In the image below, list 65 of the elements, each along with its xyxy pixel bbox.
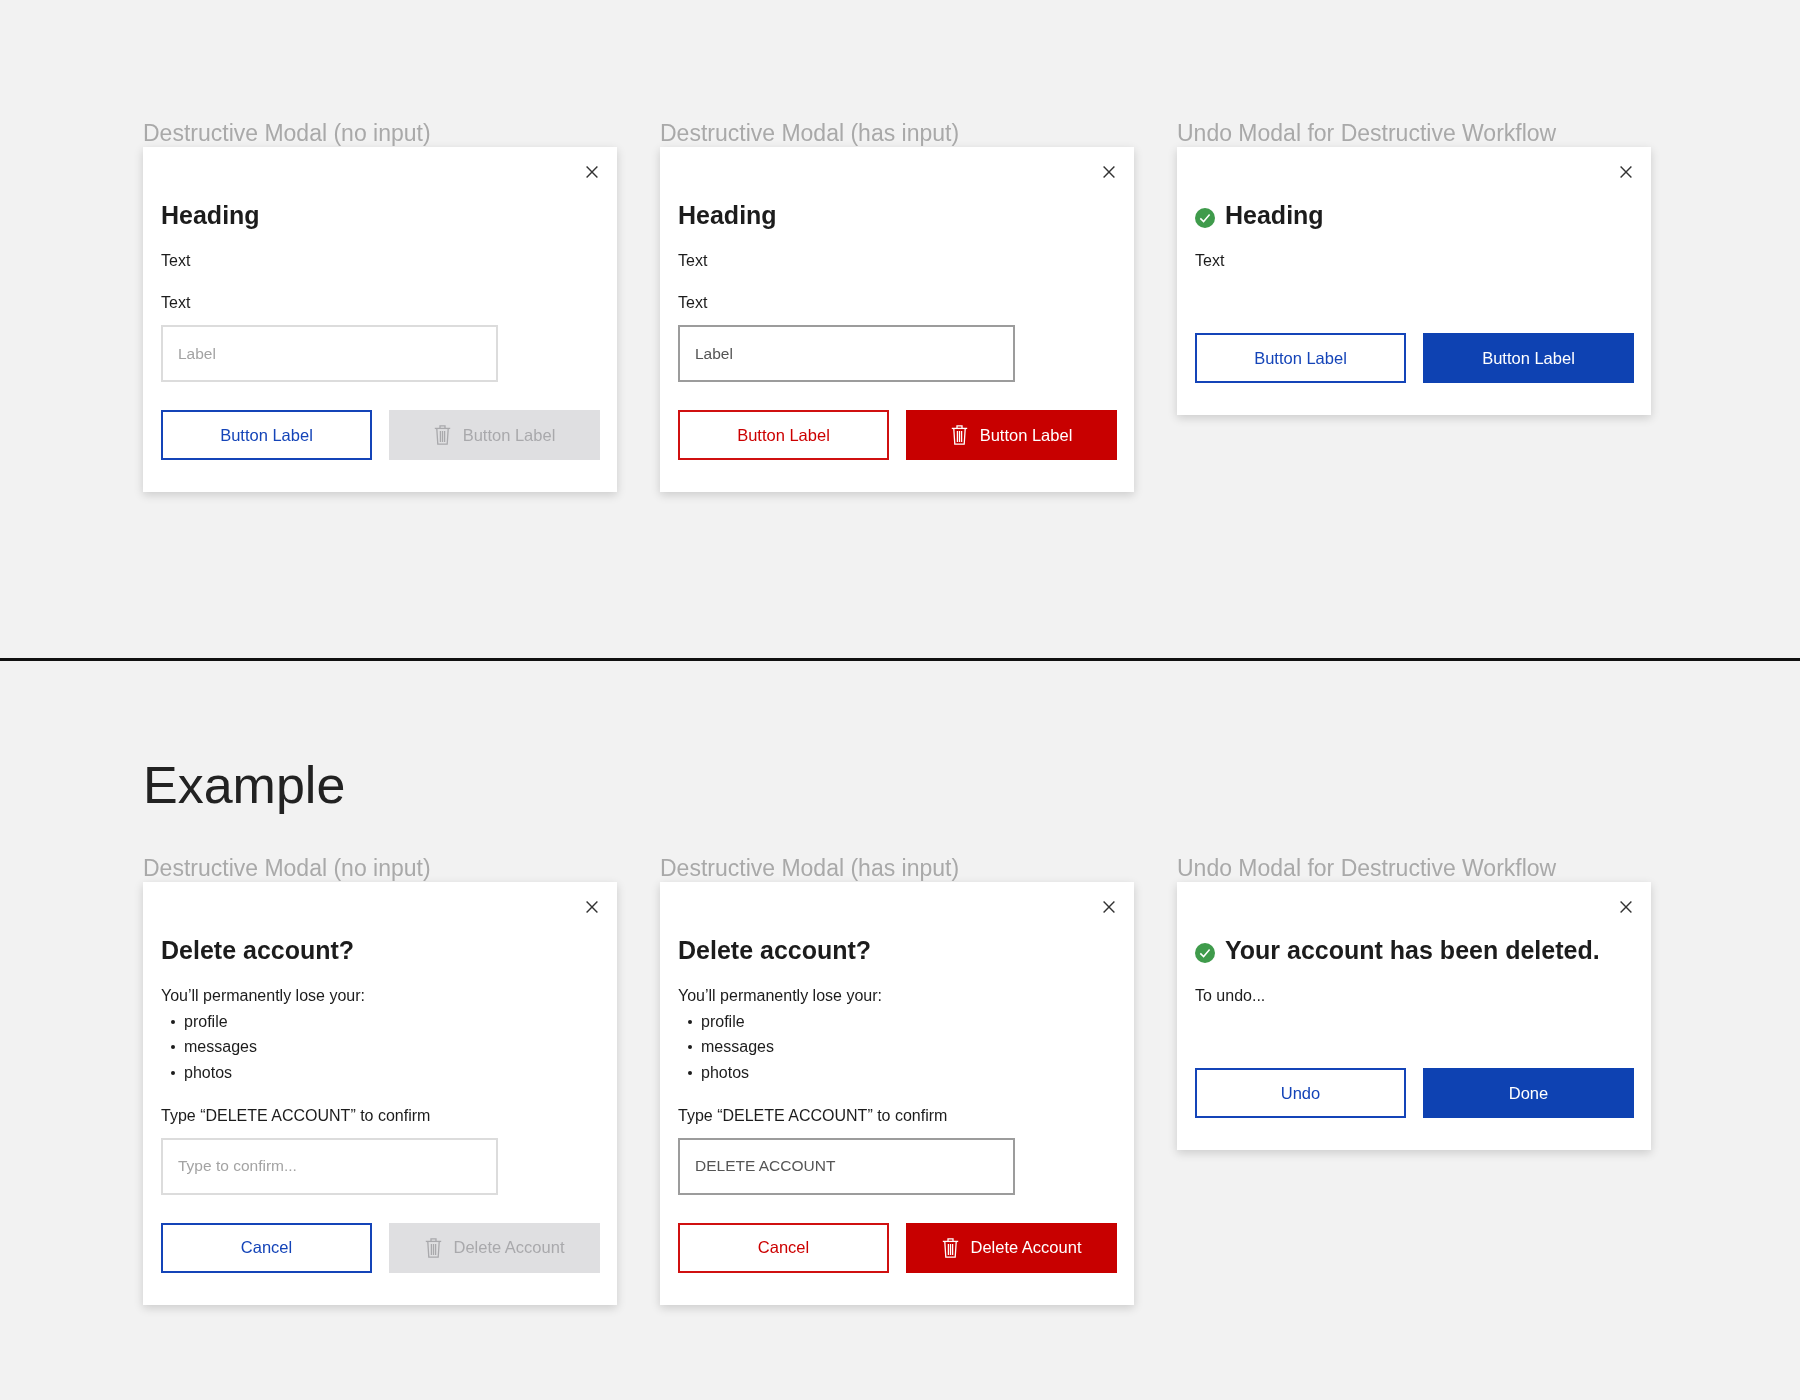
close-button[interactable] xyxy=(1101,899,1117,915)
body-text: Text xyxy=(161,293,191,313)
secondary-button[interactable]: Undo xyxy=(1195,1068,1406,1118)
close-icon xyxy=(1620,166,1632,178)
close-icon xyxy=(586,166,598,178)
list-item: profile xyxy=(701,1011,745,1032)
close-button[interactable] xyxy=(1618,899,1634,915)
modal-caption: Destructive Modal (has input) xyxy=(660,854,960,882)
close-button[interactable] xyxy=(584,164,600,180)
modal-heading: Heading xyxy=(1225,200,1324,231)
bullet-icon xyxy=(688,1019,692,1024)
bullet-icon xyxy=(171,1019,175,1024)
list-item: profile xyxy=(184,1011,228,1032)
list-item: messages xyxy=(701,1037,774,1058)
body-text: Text xyxy=(678,251,708,271)
modal-caption: Destructive Modal (no input) xyxy=(143,854,431,882)
secondary-button[interactable]: Button Label xyxy=(678,410,889,460)
secondary-button[interactable]: Cancel xyxy=(678,1222,889,1273)
bullet-icon xyxy=(688,1070,692,1075)
close-button[interactable] xyxy=(1101,164,1117,180)
secondary-button[interactable]: Button Label xyxy=(161,410,372,460)
close-button[interactable] xyxy=(1618,164,1634,180)
body-text: Type “DELETE ACCOUNT” to confirm xyxy=(161,1105,431,1126)
trash-icon xyxy=(950,425,968,445)
trash-icon xyxy=(941,1237,959,1258)
primary-button[interactable]: Button Label xyxy=(1423,333,1634,383)
bullet-icon xyxy=(688,1045,692,1050)
secondary-button[interactable]: Cancel xyxy=(161,1222,372,1273)
close-button[interactable] xyxy=(584,899,600,915)
modal-heading: Your account has been deleted. xyxy=(1225,935,1600,966)
body-text: Text xyxy=(161,251,191,271)
body-text: Type “DELETE ACCOUNT” to confirm xyxy=(678,1105,948,1126)
close-icon xyxy=(1103,166,1115,178)
body-text: Text xyxy=(1195,251,1225,271)
list-item: messages xyxy=(184,1037,257,1058)
close-icon xyxy=(1620,901,1632,913)
modal-caption: Undo Modal for Destructive Workflow xyxy=(1177,854,1557,882)
bullet-icon xyxy=(171,1070,175,1075)
body-text: You’ll permanently lose your: xyxy=(678,986,882,1006)
close-icon xyxy=(586,901,598,913)
text-input[interactable]: Label xyxy=(678,325,1015,382)
trash-icon xyxy=(424,1237,442,1258)
primary-button[interactable]: Done xyxy=(1423,1068,1634,1118)
modal-heading: Heading xyxy=(678,200,777,231)
section-heading: Example xyxy=(143,755,346,816)
body-text: Text xyxy=(678,293,708,313)
body-text: To undo... xyxy=(1195,986,1266,1006)
list-item: photos xyxy=(184,1062,233,1083)
secondary-button[interactable]: Button Label xyxy=(1195,333,1406,383)
modal-caption: Destructive Modal (has input) xyxy=(660,119,960,147)
body-text: You’ll permanently lose your: xyxy=(161,986,365,1006)
modal-caption: Destructive Modal (no input) xyxy=(143,119,431,147)
text-input[interactable]: DELETE ACCOUNT xyxy=(678,1137,1015,1195)
modal-heading: Delete account? xyxy=(161,935,355,966)
modal-caption: Undo Modal for Destructive Workflow xyxy=(1177,119,1557,147)
text-input[interactable]: Type to confirm... xyxy=(161,1137,498,1195)
modal-heading: Delete account? xyxy=(678,935,872,966)
delete-button[interactable]: Button Label xyxy=(906,410,1117,460)
modal-heading: Heading xyxy=(161,200,260,231)
list-item: photos xyxy=(701,1062,750,1083)
trash-icon xyxy=(433,425,451,445)
bullet-icon xyxy=(171,1045,175,1050)
close-icon xyxy=(1103,901,1115,913)
delete-button[interactable]: Delete Account xyxy=(906,1222,1117,1273)
text-input[interactable]: Label xyxy=(161,325,498,382)
